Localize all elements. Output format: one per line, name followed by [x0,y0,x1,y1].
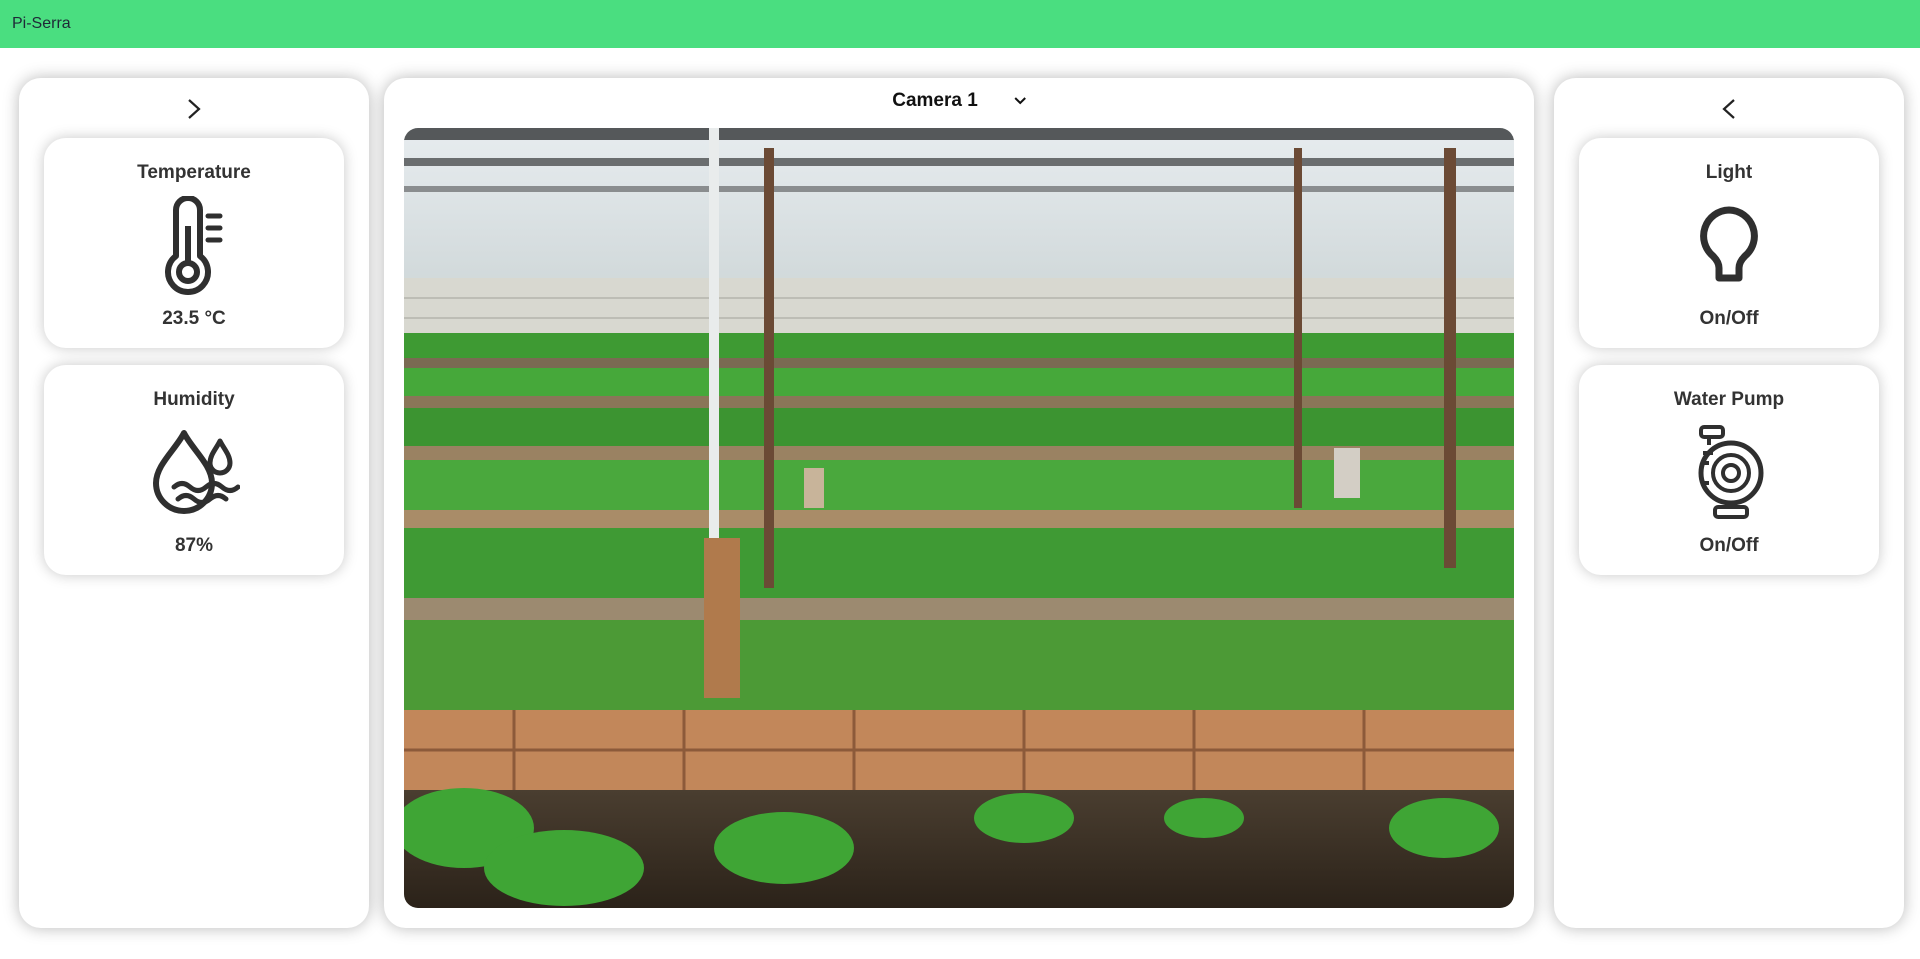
left-sensor-panel: Temperature 23.5 °C Humidity 87% [19,78,369,928]
top-bar: Pi-Serra [0,0,1920,48]
camera-panel: Camera 1 [384,78,1534,928]
camera-feed [404,128,1514,908]
camera-select-value: Camera 1 [892,90,978,111]
water-pump-title: Water Pump [1673,389,1785,410]
light-bulb-icon [1679,196,1779,296]
humidity-card: Humidity 87% [44,365,344,575]
water-pump-value: On/Off [1699,535,1759,556]
light-card[interactable]: Light On/Off [1579,138,1879,348]
humidity-drops-icon [144,423,244,523]
water-pump-icon [1679,423,1779,523]
expand-left-panel-button[interactable] [179,94,209,124]
chevron-down-icon [1014,97,1026,105]
light-value: On/Off [1699,308,1759,329]
app-title: Pi-Serra [12,15,71,32]
temperature-card: Temperature 23.5 °C [44,138,344,348]
humidity-title: Humidity [153,389,235,410]
expand-right-panel-button[interactable] [1714,94,1744,124]
chevron-left-icon [1722,99,1735,119]
humidity-value: 87% [174,535,214,556]
temperature-value: 23.5 °C [162,308,226,329]
camera-select[interactable]: Camera 1 [892,90,1026,112]
right-control-panel: Light On/Off Water Pump On/Off [1554,78,1904,928]
chevron-right-icon [188,99,201,119]
thermometer-icon [144,196,244,296]
water-pump-card[interactable]: Water Pump On/Off [1579,365,1879,575]
temperature-title: Temperature [137,162,251,183]
light-title: Light [1705,162,1753,183]
